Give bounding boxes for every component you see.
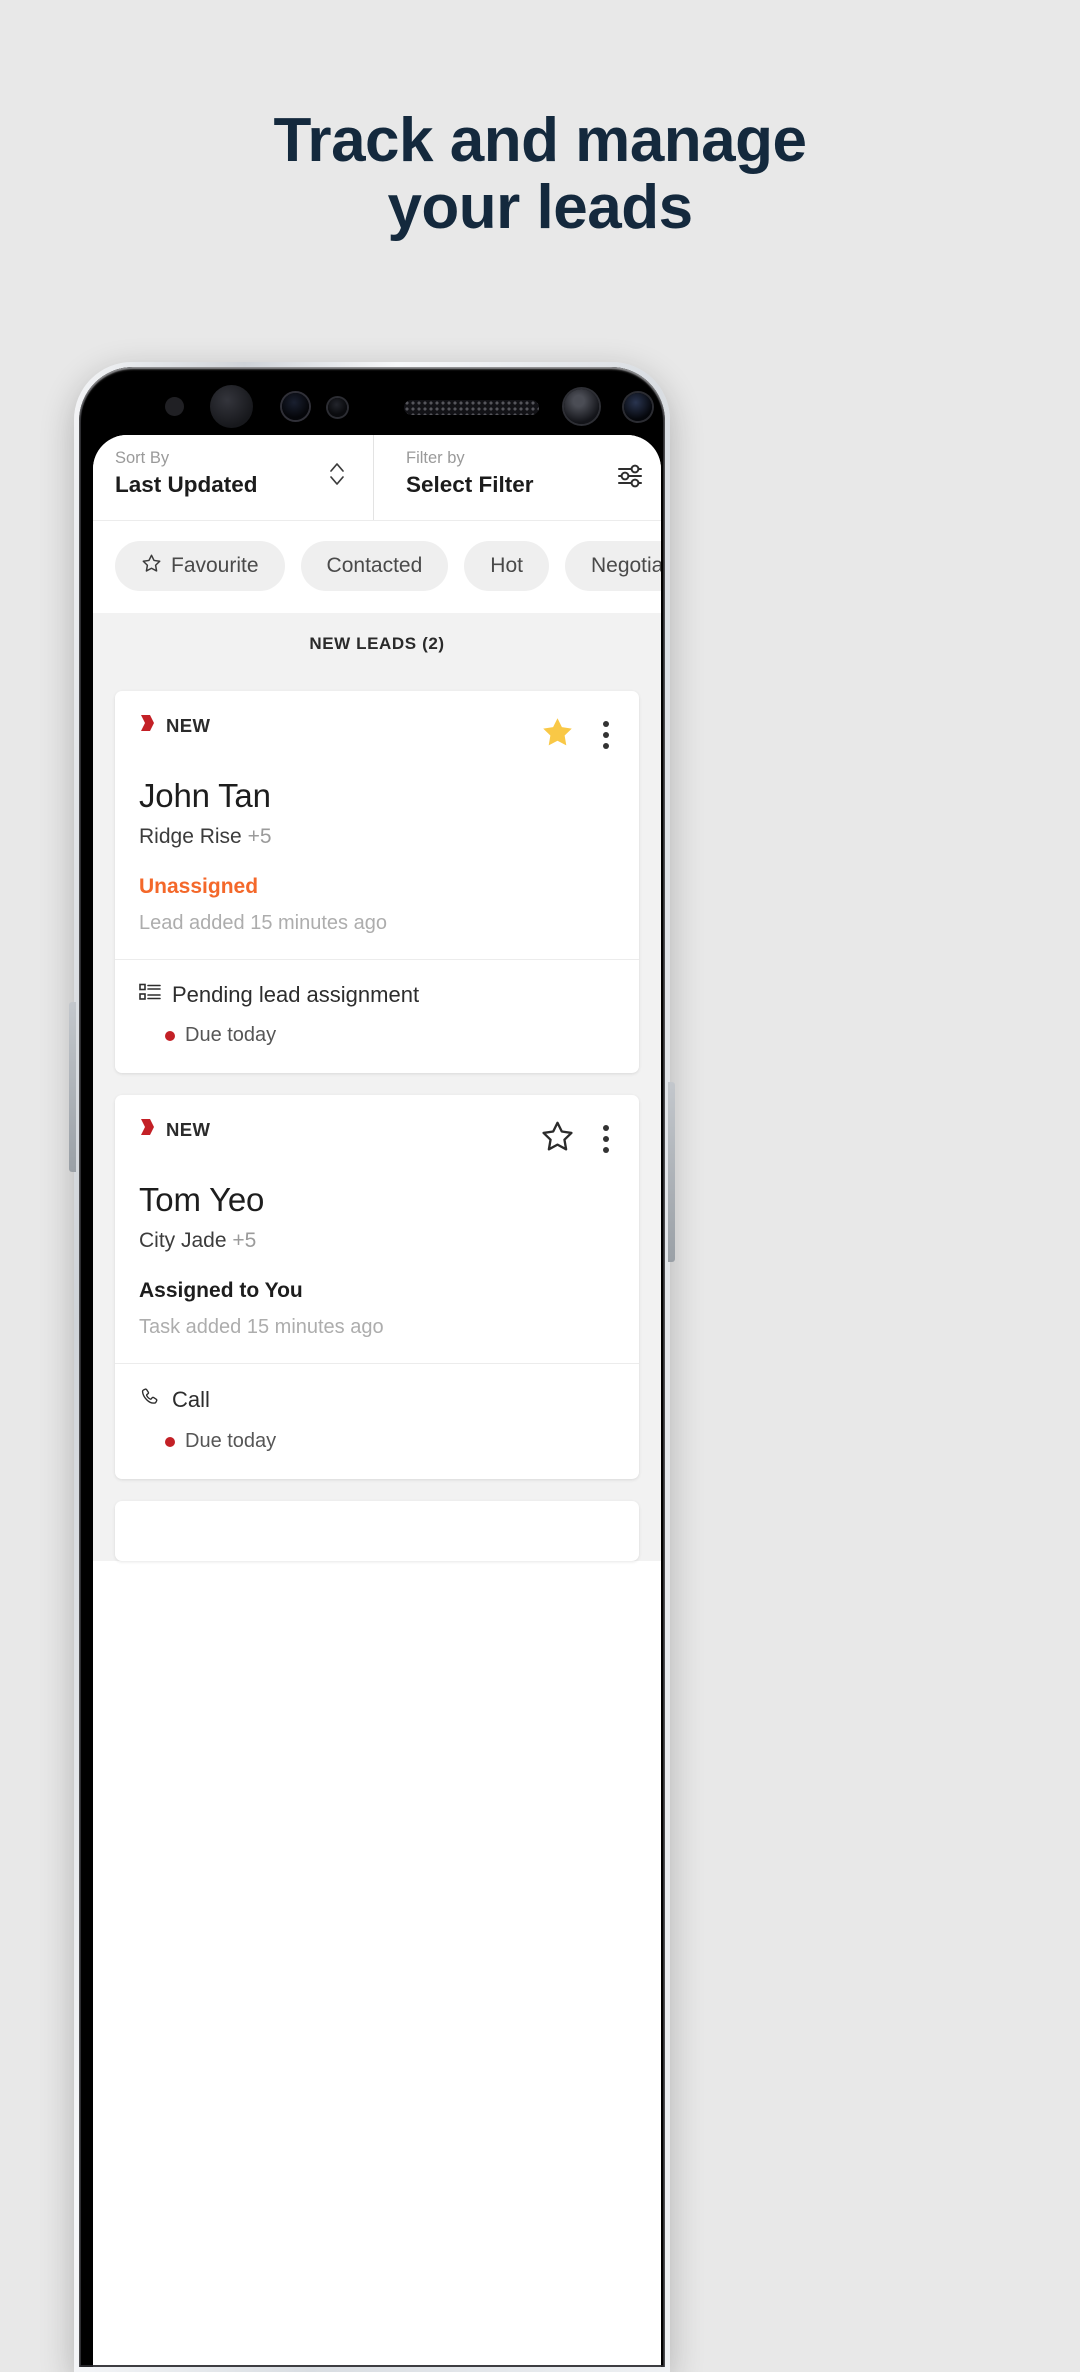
lead-badge: NEW bbox=[139, 713, 210, 738]
filter-by-value: Select Filter bbox=[406, 472, 534, 498]
lead-project: Ridge Rise +5 bbox=[139, 825, 615, 849]
lead-card-actions bbox=[540, 713, 615, 755]
chip-hot-label: Hot bbox=[490, 554, 523, 577]
light-sensor-icon bbox=[328, 398, 347, 417]
lead-task-title: Pending lead assignment bbox=[172, 982, 420, 1007]
lead-task-title-row: Call bbox=[139, 1386, 615, 1414]
kebab-dot bbox=[603, 743, 609, 749]
chevron-up-down-icon bbox=[327, 459, 347, 489]
lead-card-partial[interactable] bbox=[115, 1501, 639, 1561]
app-screen: Sort By Last Updated Filter by Select Fi… bbox=[93, 435, 661, 2367]
chip-contacted[interactable]: Contacted bbox=[300, 541, 449, 591]
lead-card[interactable]: NEW bbox=[115, 1095, 639, 1479]
front-camera-tertiary-icon bbox=[624, 393, 652, 421]
lead-list: NEW John Tan Ridge Rise +5 Unassigned Le… bbox=[93, 675, 661, 1561]
lead-name: John Tan bbox=[139, 777, 271, 814]
lead-task-due-row: Due today bbox=[165, 1024, 615, 1047]
lead-status: Unassigned bbox=[139, 875, 259, 898]
kebab-dot bbox=[603, 732, 609, 738]
phone-right-button[interactable] bbox=[668, 1082, 675, 1262]
red-flag-icon bbox=[139, 713, 156, 738]
lead-task-section[interactable]: Pending lead assignment Due today bbox=[115, 959, 639, 1073]
due-dot-icon bbox=[165, 1436, 175, 1447]
lead-subtitle: Lead added 15 minutes ago bbox=[139, 912, 387, 934]
due-dot-icon bbox=[165, 1030, 175, 1041]
star-filled-icon[interactable] bbox=[540, 715, 575, 755]
list-assignment-icon bbox=[139, 982, 161, 1008]
lead-task-due-row: Due today bbox=[165, 1430, 615, 1453]
chip-negotiating[interactable]: Negotia bbox=[564, 541, 661, 591]
chip-favourite[interactable]: Favourite bbox=[115, 541, 285, 591]
kebab-dot bbox=[603, 1125, 609, 1131]
sort-by-texts: Sort By Last Updated bbox=[115, 447, 258, 498]
sort-filter-bar: Sort By Last Updated Filter by Select Fi… bbox=[93, 435, 661, 521]
sort-by-label: Sort By bbox=[115, 449, 170, 467]
lead-name: Tom Yeo bbox=[139, 1181, 265, 1218]
kebab-dot bbox=[603, 1147, 609, 1153]
lead-card-header: NEW bbox=[115, 691, 639, 959]
lead-card-header: NEW bbox=[115, 1095, 639, 1363]
lead-task-due: Due today bbox=[185, 1024, 277, 1046]
phone-sensor-bar bbox=[79, 367, 665, 441]
sort-by-control[interactable]: Sort By Last Updated bbox=[93, 435, 374, 520]
lead-card-top-row: NEW bbox=[139, 713, 615, 755]
lead-status: Assigned to You bbox=[139, 1279, 303, 1302]
lead-card-top-row: NEW bbox=[139, 1117, 615, 1159]
red-flag-icon bbox=[139, 1117, 156, 1142]
ir-sensor-icon bbox=[165, 397, 184, 416]
chip-hot[interactable]: Hot bbox=[464, 541, 549, 591]
filter-by-label: Filter by bbox=[406, 449, 465, 467]
section-header-new-leads: NEW LEADS (2) bbox=[93, 613, 661, 675]
lead-project-name: Ridge Rise bbox=[139, 825, 242, 848]
lead-task-title: Call bbox=[172, 1387, 210, 1412]
sort-by-value: Last Updated bbox=[115, 472, 258, 498]
phone-call-icon bbox=[139, 1386, 161, 1414]
lead-badge-label: NEW bbox=[166, 1118, 211, 1140]
star-outline-icon bbox=[141, 553, 162, 580]
phone-body: Sort By Last Updated Filter by Select Fi… bbox=[79, 367, 665, 2367]
lead-project-extra: +5 bbox=[232, 1229, 257, 1252]
kebab-dot bbox=[603, 1136, 609, 1142]
chip-favourite-label: Favourite bbox=[171, 554, 259, 577]
chip-contacted-label: Contacted bbox=[326, 554, 423, 577]
lead-subtitle: Task added 15 minutes ago bbox=[139, 1316, 384, 1338]
lead-project: City Jade +5 bbox=[139, 1229, 615, 1253]
page-title: Track and manage your leads bbox=[0, 106, 1080, 242]
lead-card[interactable]: NEW bbox=[115, 691, 639, 1073]
kebab-menu-icon[interactable] bbox=[597, 1123, 615, 1155]
filter-by-control[interactable]: Filter by Select Filter bbox=[374, 435, 661, 520]
lead-card-actions bbox=[540, 1117, 615, 1159]
phone-left-button[interactable] bbox=[69, 1002, 76, 1172]
kebab-menu-icon[interactable] bbox=[597, 719, 615, 751]
kebab-dot bbox=[603, 721, 609, 727]
tune-sliders-icon[interactable] bbox=[617, 463, 643, 489]
lead-task-due: Due today bbox=[185, 1430, 277, 1452]
section-header-label: NEW LEADS (2) bbox=[309, 634, 445, 653]
lead-badge-label: NEW bbox=[166, 714, 211, 736]
lead-task-title-row: Pending lead assignment bbox=[139, 982, 615, 1008]
phone-mockup: Sort By Last Updated Filter by Select Fi… bbox=[69, 362, 675, 2372]
earpiece-speaker-icon bbox=[404, 400, 539, 415]
chip-negotiating-label: Negotia bbox=[590, 554, 661, 577]
star-outline-icon[interactable] bbox=[540, 1119, 575, 1159]
front-camera-secondary-icon bbox=[564, 389, 599, 424]
lead-project-name: City Jade bbox=[139, 1229, 227, 1252]
filter-chips-row[interactable]: Favourite Contacted Hot Negotia bbox=[93, 521, 661, 613]
filter-by-texts: Filter by Select Filter bbox=[406, 447, 534, 498]
proximity-sensor-icon bbox=[210, 385, 253, 428]
lead-badge: NEW bbox=[139, 1117, 210, 1142]
lead-project-extra: +5 bbox=[247, 825, 272, 848]
page-title-line1: Track and manage bbox=[273, 106, 807, 175]
front-camera-icon bbox=[282, 393, 309, 420]
page-title-line2: your leads bbox=[387, 172, 693, 242]
lead-task-section[interactable]: Call Due today bbox=[115, 1363, 639, 1479]
